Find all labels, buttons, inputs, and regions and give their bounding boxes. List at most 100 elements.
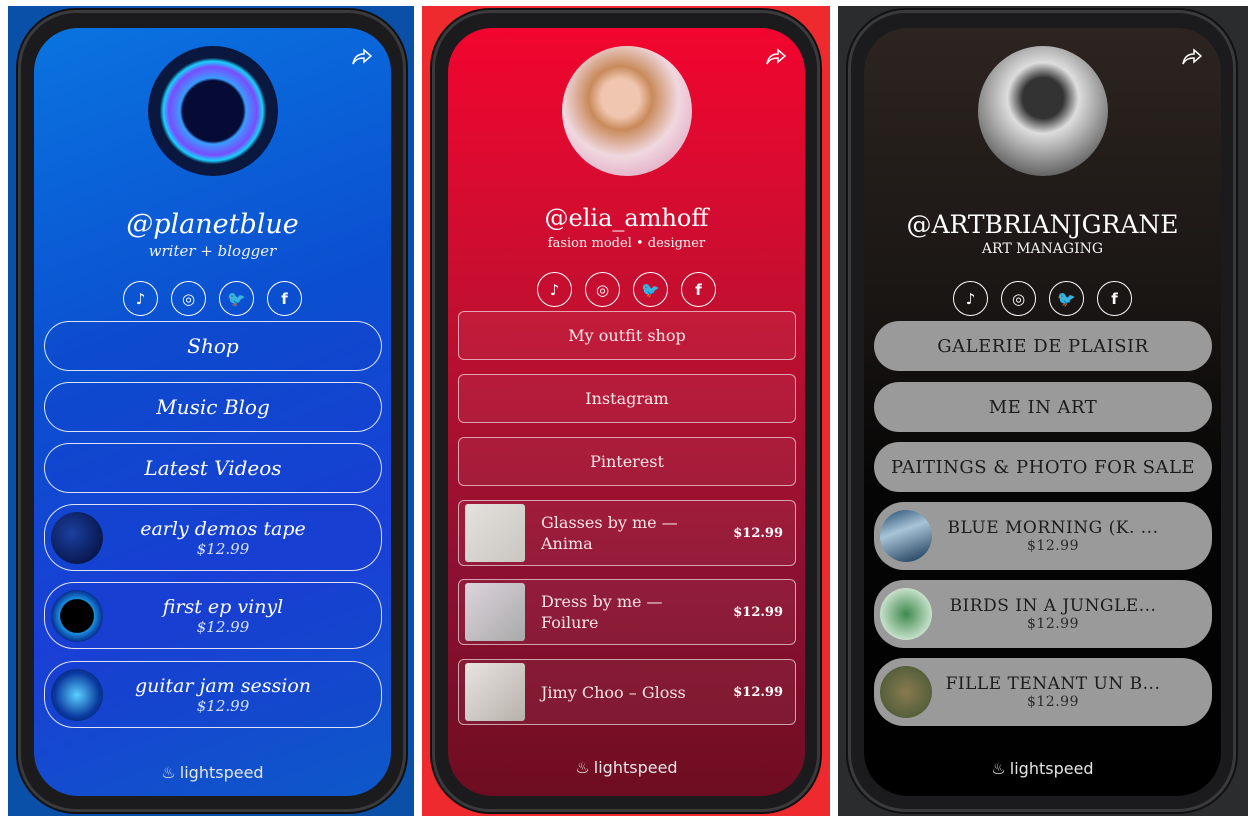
link-button[interactable]: My outfit shop <box>458 311 796 360</box>
product-price: $12.99 <box>1027 616 1079 632</box>
product-item[interactable]: Glasses by me — Anima $12.99 <box>458 500 796 566</box>
product-info: FILLE TENANT UN B... $12.99 <box>946 674 1161 710</box>
social-links: ♪ ◎ 🐦 f <box>864 281 1221 316</box>
twitter-icon: 🐦 <box>227 289 246 308</box>
profile-bio: fasion model • designer <box>547 236 706 251</box>
twitter-link[interactable]: 🐦 <box>1049 281 1084 316</box>
facebook-link[interactable]: f <box>1097 281 1132 316</box>
product-item[interactable]: early demos tape $12.99 <box>44 504 382 571</box>
share-icon[interactable] <box>765 48 787 66</box>
product-name: early demos tape <box>140 517 306 540</box>
panel-blue: @planetblue writer + blogger ♪ ◎ 🐦 f Shop Music… <box>8 6 414 816</box>
product-price: $12.99 <box>733 525 783 541</box>
product-item[interactable]: FILLE TENANT UN B... $12.99 <box>874 658 1212 726</box>
phone-screen: @planetblue writer + blogger ♪ ◎ 🐦 f Shop Music… <box>34 28 391 796</box>
link-button[interactable]: Music Blog <box>44 382 382 432</box>
social-links: ♪ ◎ 🐦 f <box>34 281 391 316</box>
facebook-icon: f <box>695 280 702 299</box>
product-info: early demos tape $12.99 <box>140 518 306 558</box>
product-name: BIRDS IN A JUNGLE... <box>949 596 1157 616</box>
twitter-icon: 🐦 <box>641 280 660 299</box>
facebook-link[interactable]: f <box>267 281 302 316</box>
footer-brand: lightspeed <box>593 758 678 777</box>
product-price: $12.99 <box>1027 538 1079 554</box>
phone-frame: @ARTBRIANJGRANE ART MANAGING ♪ ◎ 🐦 f GALERIE D… <box>848 10 1236 812</box>
tiktok-icon: ♪ <box>135 289 146 308</box>
profile-handle: @planetblue <box>126 209 299 240</box>
footer-logo[interactable]: ♨ lightspeed <box>864 759 1221 778</box>
product-info: BLUE MORNING (K. ... $12.99 <box>948 518 1159 554</box>
link-button[interactable]: ME IN ART <box>874 382 1212 432</box>
link-button[interactable]: Pinterest <box>458 437 796 486</box>
product-price: $12.99 <box>1026 694 1079 710</box>
link-button[interactable]: Instagram <box>458 374 796 423</box>
instagram-icon: ◎ <box>595 280 610 299</box>
link-button[interactable]: GALERIE DE PLAISIR <box>874 321 1212 371</box>
profile-handle: @elia_amhoff <box>544 204 709 232</box>
product-thumbnail <box>880 588 932 640</box>
product-item[interactable]: first ep vinyl $12.99 <box>44 582 382 649</box>
product-name: Jimy Choo – Gloss <box>541 682 686 702</box>
product-item[interactable]: Jimy Choo – Gloss $12.99 <box>458 659 796 725</box>
product-price: $12.99 <box>196 617 250 636</box>
product-name: Glasses by me — Anima <box>541 513 678 553</box>
product-thumbnail <box>465 663 525 721</box>
instagram-link[interactable]: ◎ <box>171 281 206 316</box>
product-thumbnail <box>880 666 932 718</box>
product-price: $12.99 <box>733 604 783 620</box>
social-links: ♪ ◎ 🐦 f <box>448 272 805 307</box>
flame-icon: ♨ <box>161 763 176 782</box>
product-thumbnail <box>51 668 103 721</box>
product-name: guitar jam session <box>134 674 312 697</box>
tiktok-icon: ♪ <box>549 280 560 299</box>
phone-frame: @planetblue writer + blogger ♪ ◎ 🐦 f Shop Music… <box>18 10 406 812</box>
product-thumbnail <box>880 510 932 562</box>
flame-icon: ♨ <box>575 758 590 777</box>
profile-handle: @ARTBRIANJGRANE <box>906 210 1179 239</box>
product-item[interactable]: Dress by me — Foilure $12.99 <box>458 579 796 645</box>
twitter-link[interactable]: 🐦 <box>219 281 254 316</box>
instagram-icon: ◎ <box>1011 289 1026 308</box>
share-icon[interactable] <box>1181 48 1203 66</box>
product-item[interactable]: BIRDS IN A JUNGLE... $12.99 <box>874 580 1212 648</box>
tiktok-link[interactable]: ♪ <box>537 272 572 307</box>
footer-logo[interactable]: ♨ lightspeed <box>34 763 391 782</box>
phone-screen: @elia_amhoff fasion model • designer ♪ ◎ 🐦 f M… <box>448 28 805 796</box>
product-price: $12.99 <box>196 696 250 715</box>
avatar <box>562 46 692 176</box>
product-info: BIRDS IN A JUNGLE... $12.99 <box>950 596 1157 632</box>
product-price: $12.99 <box>196 539 250 558</box>
phone-screen: @ARTBRIANJGRANE ART MANAGING ♪ ◎ 🐦 f GALERIE D… <box>864 28 1221 796</box>
instagram-link[interactable]: ◎ <box>585 272 620 307</box>
facebook-icon: f <box>1111 289 1118 308</box>
twitter-link[interactable]: 🐦 <box>633 272 668 307</box>
facebook-icon: f <box>281 289 288 308</box>
link-button[interactable]: PAITINGS & PHOTO FOR SALE <box>874 442 1212 492</box>
panel-dark: @ARTBRIANJGRANE ART MANAGING ♪ ◎ 🐦 f GALERIE D… <box>838 6 1248 816</box>
link-button[interactable]: Latest Videos <box>44 443 382 493</box>
product-thumbnail <box>51 589 103 642</box>
tiktok-icon: ♪ <box>965 289 976 308</box>
tiktok-link[interactable]: ♪ <box>123 281 158 316</box>
instagram-link[interactable]: ◎ <box>1001 281 1036 316</box>
footer-brand: lightspeed <box>179 763 264 782</box>
product-name: FILLE TENANT UN B... <box>945 674 1161 694</box>
instagram-icon: ◎ <box>181 289 196 308</box>
product-item[interactable]: BLUE MORNING (K. ... $12.99 <box>874 502 1212 570</box>
twitter-icon: 🐦 <box>1057 289 1076 308</box>
product-thumbnail <box>465 583 525 641</box>
avatar <box>978 46 1108 176</box>
product-name: first ep vinyl <box>162 595 284 618</box>
footer-brand: lightspeed <box>1009 759 1094 778</box>
product-name: BLUE MORNING (K. ... <box>947 518 1159 538</box>
product-item[interactable]: guitar jam session $12.99 <box>44 661 382 728</box>
link-button[interactable]: Shop <box>44 321 382 371</box>
profile-bio: ART MANAGING <box>981 241 1104 257</box>
share-icon[interactable] <box>351 48 373 66</box>
footer-logo[interactable]: ♨ lightspeed <box>448 758 805 777</box>
flame-icon: ♨ <box>991 759 1006 778</box>
avatar <box>148 46 278 176</box>
facebook-link[interactable]: f <box>681 272 716 307</box>
tiktok-link[interactable]: ♪ <box>953 281 988 316</box>
product-info: guitar jam session $12.99 <box>135 675 311 715</box>
